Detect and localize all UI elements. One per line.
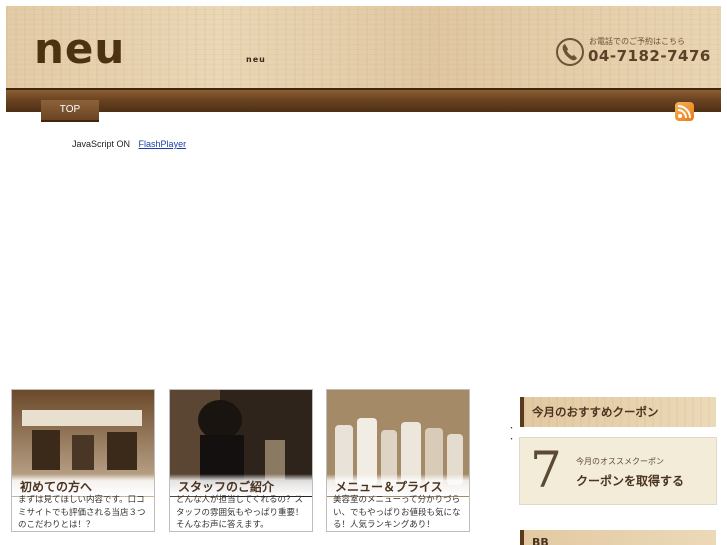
card-title: メニュー＆プライス bbox=[327, 474, 469, 496]
site-logo[interactable]: neu bbox=[34, 24, 125, 73]
card-title: スタッフのご紹介 bbox=[170, 474, 312, 496]
coupon-heading: 今月のおすすめクーポン bbox=[520, 397, 716, 427]
nav-bar bbox=[6, 90, 721, 112]
card-staff[interactable]: スタッフのご紹介 どんな人が担当してくれるの？スタッフの雰囲気もやっぱり重要！そ… bbox=[169, 389, 313, 532]
card-text: どんな人が担当してくれるの？スタッフの雰囲気もやっぱり重要！そんなお声に答えます… bbox=[176, 495, 304, 530]
phone-note: お電話でのご予約はこちら bbox=[589, 37, 685, 46]
card-title: 初めての方へ bbox=[12, 474, 154, 496]
flash-notice-text: JavaScript ON bbox=[72, 139, 131, 149]
card-first-visit[interactable]: 初めての方へ まずは見てほしい内容です。口コミサイトでも評価される当店３つのこだ… bbox=[11, 389, 155, 532]
coupon-note: 今月のオススメクーポン bbox=[576, 457, 664, 466]
coupon-banner[interactable]: 7 今月のオススメクーポン クーポンを取得する bbox=[519, 437, 717, 505]
sidebar-heading: BB bbox=[520, 530, 716, 545]
phone-number[interactable]: 04-7182-7476 bbox=[588, 47, 711, 65]
coupon-number: 7 bbox=[530, 441, 562, 499]
flash-notice: JavaScript ON FlashPlayer bbox=[72, 139, 186, 149]
list-bullet: ・ bbox=[508, 424, 515, 432]
site-subtitle: neu bbox=[246, 55, 266, 64]
card-text: まずは見てほしい内容です。口コミサイトでも評価される当店３つのこだわりとは！？ bbox=[18, 495, 146, 530]
card-text: 美容室のメニューって分かりづらい、でもやっぱりお値段も気になる！人気ランキングあ… bbox=[333, 495, 461, 530]
list-bullet: ・ bbox=[508, 435, 515, 443]
nav-top-button[interactable]: TOP bbox=[41, 100, 99, 122]
card-menu-price[interactable]: メニュー＆プライス 美容室のメニューって分かりづらい、でもやっぱりお値段も気にな… bbox=[326, 389, 470, 532]
phone-icon bbox=[556, 38, 584, 66]
flashplayer-link[interactable]: FlashPlayer bbox=[139, 139, 187, 149]
rss-icon[interactable] bbox=[675, 102, 694, 121]
site-header: neu neu お電話でのご予約はこちら 04-7182-7476 bbox=[6, 6, 721, 90]
get-coupon-link[interactable]: クーポンを取得する bbox=[576, 472, 684, 489]
